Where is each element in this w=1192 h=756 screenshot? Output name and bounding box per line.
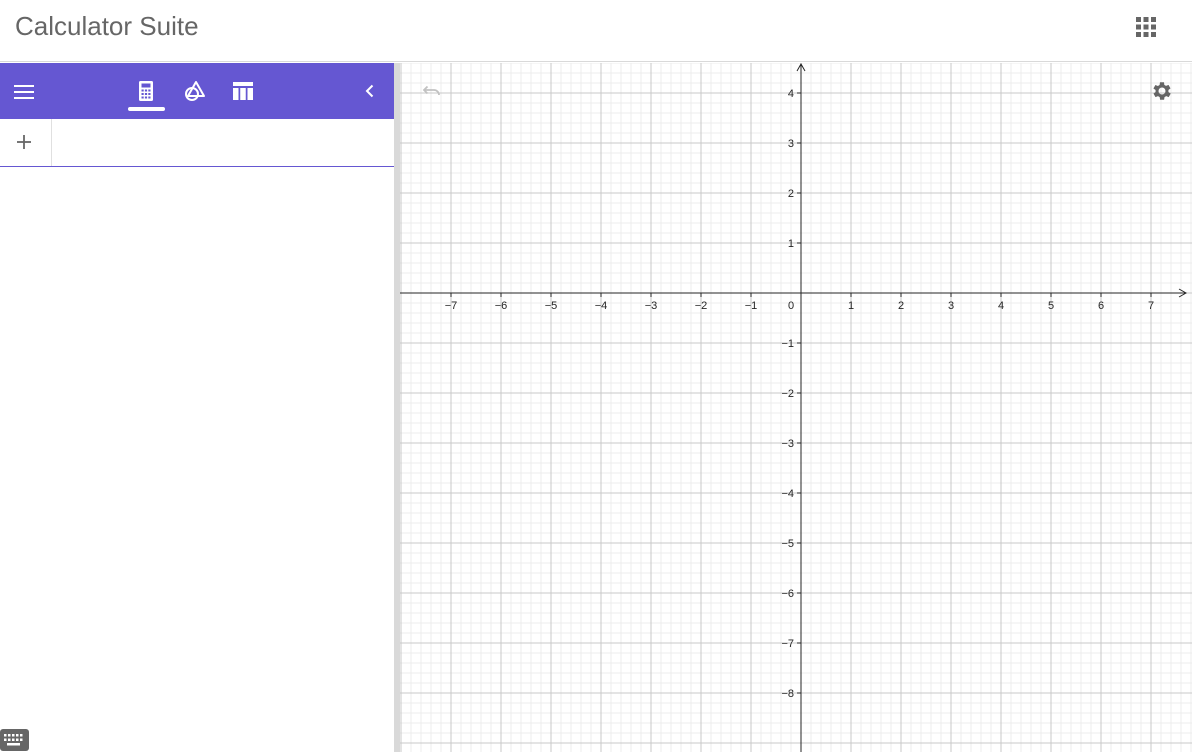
y-tick-label: −1 bbox=[781, 338, 794, 350]
y-tick-label: −5 bbox=[781, 538, 794, 550]
keyboard-icon[interactable] bbox=[0, 729, 29, 751]
algebra-input[interactable] bbox=[53, 119, 393, 165]
x-tick-label: −2 bbox=[695, 300, 708, 312]
x-tick-label: −5 bbox=[545, 300, 558, 312]
x-tick-label: 4 bbox=[998, 300, 1004, 312]
gear-icon[interactable] bbox=[1150, 79, 1174, 103]
x-tick-label: −7 bbox=[445, 300, 458, 312]
y-tick-label: −2 bbox=[781, 388, 794, 400]
x-tick-labels: −7 −6 −5 −4 −3 −2 −1 1 2 3 4 5 6 7 bbox=[445, 300, 1154, 312]
app-title: Calculator Suite bbox=[15, 11, 199, 41]
y-tick-label: −8 bbox=[781, 688, 794, 700]
title-bar: Calculator Suite bbox=[0, 0, 1192, 62]
menu-icon[interactable] bbox=[12, 80, 36, 104]
y-tick-label: 2 bbox=[788, 188, 794, 200]
y-tick-labels: 4 3 2 1 −1 −2 −3 −4 −5 −6 −7 −8 bbox=[781, 88, 794, 700]
graphics-view[interactable]: −7 −6 −5 −4 −3 −2 −1 1 2 3 4 5 6 7 4 3 2 1 −1 −2 −3 −4 −5 −6 −7… bbox=[400, 63, 1192, 752]
chevron-left-icon[interactable] bbox=[358, 79, 382, 103]
major-grid bbox=[400, 63, 1192, 752]
x-tick-label: −4 bbox=[595, 300, 608, 312]
x-tick-label: 5 bbox=[1048, 300, 1054, 312]
y-tick-label: 4 bbox=[788, 88, 794, 100]
x-tick-label: 1 bbox=[848, 300, 854, 312]
x-tick-label: 7 bbox=[1148, 300, 1154, 312]
coordinate-plane[interactable]: −7 −6 −5 −4 −3 −2 −1 1 2 3 4 5 6 7 4321−1−2−3−4−5−6−7… bbox=[400, 63, 1192, 752]
y-tick-label: −7 bbox=[781, 638, 794, 650]
geometry-icon[interactable] bbox=[183, 79, 207, 103]
undo-icon[interactable] bbox=[420, 81, 444, 105]
calculator-icon[interactable] bbox=[134, 79, 158, 103]
x-tick-label: −3 bbox=[645, 300, 658, 312]
y-tick-label: −4 bbox=[781, 488, 794, 500]
x-tick-label: 2 bbox=[898, 300, 904, 312]
origin-label: 0 bbox=[788, 300, 794, 312]
y-tick-label: 3 bbox=[788, 138, 794, 150]
y-tick-label: −3 bbox=[781, 438, 794, 450]
y-tick-label: −6 bbox=[781, 588, 794, 600]
table-icon[interactable] bbox=[231, 79, 255, 103]
apps-grid-icon[interactable] bbox=[1134, 15, 1158, 39]
plus-icon[interactable] bbox=[0, 119, 52, 166]
x-tick-label: −1 bbox=[745, 300, 758, 312]
x-tick-label: −6 bbox=[495, 300, 508, 312]
active-tab-indicator bbox=[128, 107, 165, 111]
algebra-input-row bbox=[0, 119, 394, 167]
y-tick-label: 1 bbox=[788, 238, 794, 250]
minor-grid bbox=[400, 63, 1192, 752]
x-tick-label: 3 bbox=[948, 300, 954, 312]
main-toolbar bbox=[0, 63, 394, 119]
x-tick-label: 6 bbox=[1098, 300, 1104, 312]
algebra-panel bbox=[0, 63, 394, 752]
